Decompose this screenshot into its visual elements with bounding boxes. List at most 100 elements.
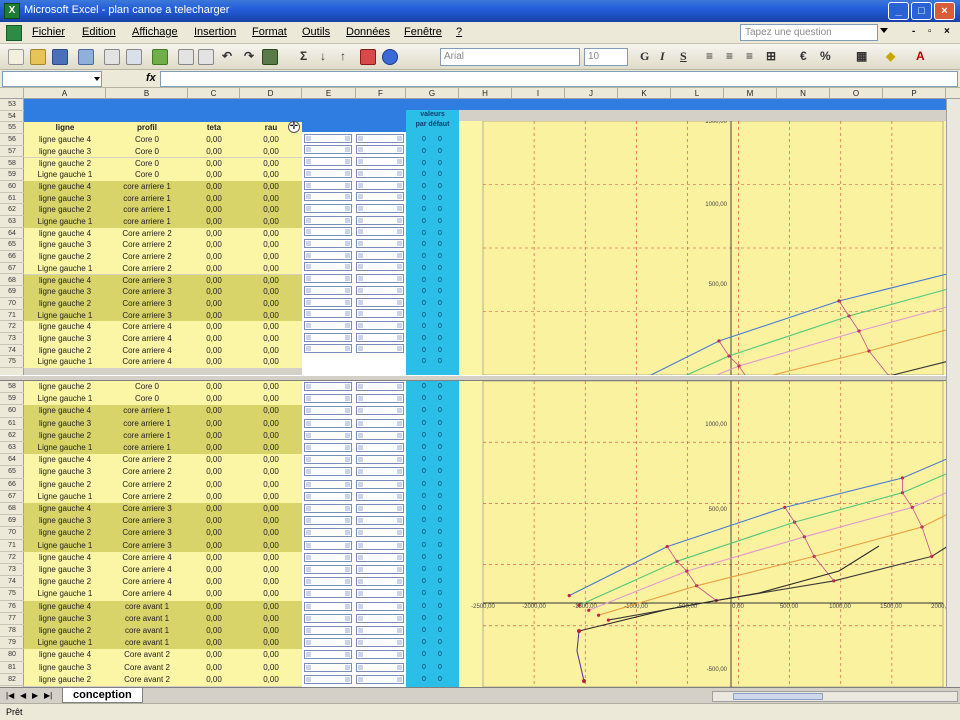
cell-ligne[interactable]: ligne gauche 4 xyxy=(24,552,106,564)
cell-profil[interactable]: Core arriere 4 xyxy=(106,576,188,588)
scroll-spinner-e[interactable] xyxy=(304,332,352,342)
scroll-spinner-f[interactable] xyxy=(356,285,404,295)
font-name-select[interactable]: Arial xyxy=(440,48,580,66)
scroll-spinner-e[interactable] xyxy=(304,168,352,178)
scroll-spinner-e[interactable] xyxy=(304,443,352,452)
row-header[interactable]: 58 xyxy=(0,158,24,170)
autosum-icon[interactable]: Σ xyxy=(300,49,307,63)
cell-teta[interactable]: 0,00 xyxy=(188,613,240,625)
row-header[interactable]: 64 xyxy=(0,228,24,240)
scroll-spinner-e[interactable] xyxy=(304,382,352,391)
currency-icon[interactable]: € xyxy=(800,49,807,63)
open-icon[interactable] xyxy=(30,49,46,65)
scroll-spinner-e[interactable] xyxy=(304,565,352,574)
cell-teta[interactable]: 0,00 xyxy=(188,674,240,686)
cell-ligne[interactable]: ligne gauche 3 xyxy=(24,239,106,251)
italic-icon[interactable]: I xyxy=(660,49,665,64)
scroll-spinner-f[interactable] xyxy=(356,430,404,440)
scroll-spinner-f[interactable] xyxy=(356,418,404,428)
menu-affichage[interactable]: Affichage xyxy=(132,26,178,38)
cell-ligne[interactable]: ligne gauche 4 xyxy=(24,228,106,240)
cell-ligne[interactable]: ligne gauche 3 xyxy=(24,662,106,674)
row-header[interactable]: 71 xyxy=(0,310,24,322)
cell-profil[interactable]: Core arriere 3 xyxy=(106,515,188,527)
cell-ligne[interactable]: ligne gauche 4 xyxy=(24,134,106,146)
cell-rau[interactable]: 0,00 xyxy=(240,576,302,588)
cell-ligne[interactable]: Ligne gauche 1 xyxy=(24,263,106,275)
scroll-spinner-e[interactable] xyxy=(304,516,352,526)
scroll-spinner-e[interactable] xyxy=(304,552,352,562)
cell-teta[interactable]: 0,00 xyxy=(188,146,240,158)
scroll-spinner-e[interactable] xyxy=(304,650,352,660)
doc-minimize-icon[interactable]: - xyxy=(912,26,915,37)
cell-profil[interactable]: Core arriere 3 xyxy=(106,540,188,552)
row-header[interactable]: 71 xyxy=(0,540,24,552)
horizontal-scrollbar[interactable] xyxy=(712,691,958,702)
scroll-spinner-f[interactable] xyxy=(356,467,404,477)
row-header[interactable]: 79 xyxy=(0,637,24,650)
cell-rau[interactable]: 0,00 xyxy=(240,228,302,240)
workbook-icon[interactable] xyxy=(6,25,22,41)
cell-teta[interactable]: 0,00 xyxy=(188,228,240,240)
cell-ligne[interactable]: Ligne gauche 1 xyxy=(24,491,106,503)
scroll-spinner-f[interactable] xyxy=(356,674,404,684)
cell-profil[interactable]: Core avant 2 xyxy=(106,674,188,686)
menu-format[interactable]: Format xyxy=(252,26,287,38)
align-left-icon[interactable]: ≡ xyxy=(706,49,713,63)
cell-rau[interactable]: 0,00 xyxy=(240,503,302,515)
row-header[interactable]: 57 xyxy=(0,146,24,158)
scroll-spinner-f[interactable] xyxy=(356,504,404,513)
scroll-spinner-f[interactable] xyxy=(356,309,404,319)
scroll-spinner-e[interactable] xyxy=(304,479,352,489)
scroll-spinner-f[interactable] xyxy=(356,528,404,538)
cell-teta[interactable]: 0,00 xyxy=(188,216,240,228)
cell-teta[interactable]: 0,00 xyxy=(188,275,240,287)
chart-bottom[interactable]: 1000,00 500,00 -500,00 -2500,00 -2000,00 -150… xyxy=(459,381,960,687)
scroll-spinner-e[interactable] xyxy=(304,320,352,330)
cell-rau[interactable]: 0,00 xyxy=(240,552,302,564)
cell-ligne[interactable]: Ligne gauche 1 xyxy=(24,356,106,368)
scroll-spinner-f[interactable] xyxy=(356,540,404,550)
cell-teta[interactable]: 0,00 xyxy=(188,515,240,527)
row-header[interactable]: 62 xyxy=(0,430,24,442)
row-header[interactable]: 54 xyxy=(0,111,24,123)
cell-ligne[interactable]: ligne gauche 3 xyxy=(24,418,106,430)
scroll-spinner-e[interactable] xyxy=(304,613,352,623)
row-header[interactable]: 82 xyxy=(0,674,24,686)
cell-profil[interactable]: Core arriere 4 xyxy=(106,356,188,368)
row-header[interactable]: 65 xyxy=(0,466,24,479)
cell-teta[interactable]: 0,00 xyxy=(188,503,240,515)
menu-help[interactable]: ? xyxy=(456,26,462,38)
column-header-b[interactable]: B xyxy=(106,88,188,99)
cell-ligne[interactable]: ligne gauche 4 xyxy=(24,181,106,193)
cell-rau[interactable]: 0,00 xyxy=(240,310,302,322)
cell-profil[interactable]: core avant 1 xyxy=(106,601,188,613)
scroll-spinner-e[interactable] xyxy=(304,577,352,587)
row-header[interactable]: 75 xyxy=(0,356,24,369)
scroll-spinner-e[interactable] xyxy=(304,274,352,284)
column-header-h[interactable]: H xyxy=(459,88,512,99)
cell-profil[interactable]: Core 0 xyxy=(106,393,188,405)
fill-color-icon[interactable]: ◆ xyxy=(886,49,895,63)
row-header[interactable]: 75 xyxy=(0,588,24,601)
cell-ligne[interactable]: ligne gauche 4 xyxy=(24,503,106,515)
cell-teta[interactable]: 0,00 xyxy=(188,193,240,205)
cell-teta[interactable]: 0,00 xyxy=(188,454,240,466)
cell-teta[interactable]: 0,00 xyxy=(188,286,240,298)
cell-rau[interactable]: 0,00 xyxy=(240,263,302,275)
cell-rau[interactable]: 0,00 xyxy=(240,321,302,333)
cell-teta[interactable]: 0,00 xyxy=(188,321,240,333)
cell-ligne[interactable]: ligne gauche 2 xyxy=(24,430,106,442)
cell-profil[interactable]: core avant 1 xyxy=(106,625,188,637)
hyperlink-icon[interactable] xyxy=(262,49,278,65)
cell-rau[interactable]: 0,00 xyxy=(240,146,302,158)
sheet-tab-conception[interactable]: conception xyxy=(62,688,143,703)
column-header-c[interactable]: C xyxy=(188,88,240,99)
column-header-k[interactable]: K xyxy=(618,88,671,99)
cell-profil[interactable]: Core avant 2 xyxy=(106,662,188,674)
cell-profil[interactable]: Core arriere 3 xyxy=(106,286,188,298)
cell-ligne[interactable]: ligne gauche 3 xyxy=(24,193,106,205)
row-header[interactable]: 78 xyxy=(0,625,24,638)
cell-ligne[interactable]: ligne gauche 4 xyxy=(24,405,106,417)
sort-desc-icon[interactable]: ↑ xyxy=(340,49,346,63)
